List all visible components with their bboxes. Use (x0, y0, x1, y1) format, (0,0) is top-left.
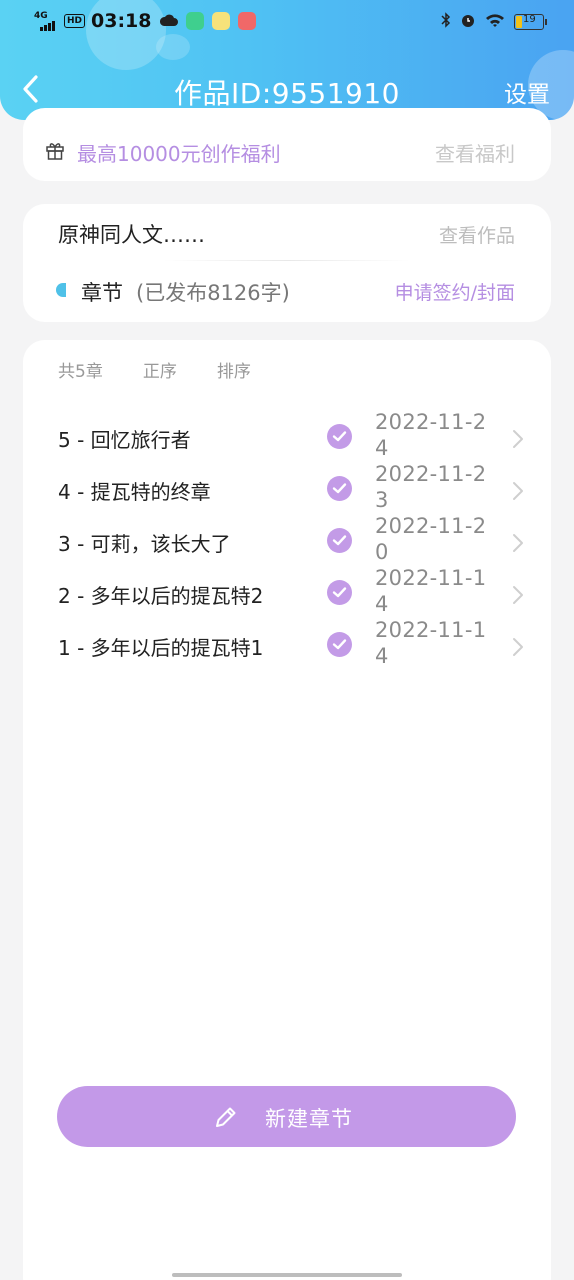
chapter-date: 2022-11-14 (375, 566, 487, 616)
chapter-row[interactable]: 3 - 可莉，该长大了 2022-11-20 (23, 514, 551, 568)
section-marker (56, 283, 66, 297)
battery-icon: 19 (514, 14, 547, 30)
chapter-title: 3 - 可莉，该长大了 (58, 532, 231, 556)
check-circle-icon (327, 580, 352, 605)
benefit-text: 最高10000元创作福利 (77, 142, 281, 166)
chapter-title: 4 - 提瓦特的终章 (58, 480, 211, 504)
order-toggle[interactable]: 正序 (143, 357, 177, 382)
chapter-list-card: 共5章 正序 排序 5 - 回忆旅行者 2022-11-24 4 - 提瓦特的终章 2… (23, 340, 551, 1280)
status-bar: 4G HD 03:18 19 (0, 0, 574, 44)
battery-level: 19 (523, 14, 536, 25)
chapter-row[interactable]: 2 - 多年以后的提瓦特2 2022-11-14 (23, 566, 551, 620)
chapter-row[interactable]: 4 - 提瓦特的终章 2022-11-23 (23, 462, 551, 516)
chapter-title: 1 - 多年以后的提瓦特1 (58, 636, 264, 660)
settings-button[interactable]: 设置 (504, 75, 550, 109)
view-benefits-link[interactable]: 查看福利 (435, 138, 515, 167)
new-chapter-button[interactable]: 新建章节 (57, 1086, 516, 1147)
app-notification-icon (211, 12, 230, 30)
check-circle-icon (327, 424, 352, 449)
apply-sign-cover-link[interactable]: 申请签约/封面 (395, 278, 515, 305)
sort-button[interactable]: 排序 (217, 357, 251, 382)
chapter-date: 2022-11-24 (375, 410, 487, 460)
chapters-label: 章节 (81, 281, 123, 305)
chapter-date: 2022-11-23 (375, 462, 487, 512)
alarm-icon (460, 12, 476, 32)
check-circle-icon (327, 528, 352, 553)
work-title: 原神同人文…… (58, 223, 205, 247)
chapter-row[interactable]: 1 - 多年以后的提瓦特1 2022-11-14 (23, 618, 551, 672)
chapter-date: 2022-11-14 (375, 618, 487, 668)
chapter-title: 2 - 多年以后的提瓦特2 (58, 584, 264, 608)
cloud-icon (159, 12, 178, 31)
new-chapter-label: 新建章节 (265, 1107, 353, 1131)
list-toolbar: 共5章 正序 排序 (58, 357, 251, 382)
home-indicator[interactable] (172, 1273, 402, 1277)
network-type: 4G (34, 11, 48, 21)
view-work-link[interactable]: 查看作品 (439, 221, 515, 248)
check-circle-icon (327, 476, 352, 501)
chevron-right-icon (513, 534, 523, 552)
header-bar: 4G HD 03:18 19 作品ID:9551910 设置 (0, 0, 574, 120)
chapter-row[interactable]: 5 - 回忆旅行者 2022-11-24 (23, 410, 551, 464)
page-title: 作品ID:9551910 (174, 77, 400, 110)
benefit-banner[interactable]: 最高10000元创作福利 查看福利 (23, 108, 551, 181)
gift-icon (46, 143, 64, 160)
chevron-right-icon (513, 586, 523, 604)
published-word-count: (已发布8126字) (136, 281, 290, 305)
chapter-total: 共5章 (58, 362, 103, 382)
chapter-date: 2022-11-20 (375, 514, 487, 564)
app-notification-icon (185, 12, 204, 30)
app-notification-icon (237, 12, 256, 30)
divider (163, 260, 411, 261)
chevron-right-icon (513, 638, 523, 656)
bluetooth-icon (441, 12, 451, 32)
wifi-icon (485, 13, 505, 31)
signal-icon: 4G (34, 11, 60, 31)
chevron-right-icon (513, 430, 523, 448)
status-time: 03:18 (91, 10, 152, 32)
pencil-icon (216, 1107, 236, 1127)
chevron-right-icon (513, 482, 523, 500)
hd-badge: HD (64, 14, 86, 28)
work-info-card: 原神同人文…… 查看作品 章节 (已发布8126字) 申请签约/封面 (23, 204, 551, 322)
check-circle-icon (327, 632, 352, 657)
chapter-title: 5 - 回忆旅行者 (58, 428, 191, 452)
